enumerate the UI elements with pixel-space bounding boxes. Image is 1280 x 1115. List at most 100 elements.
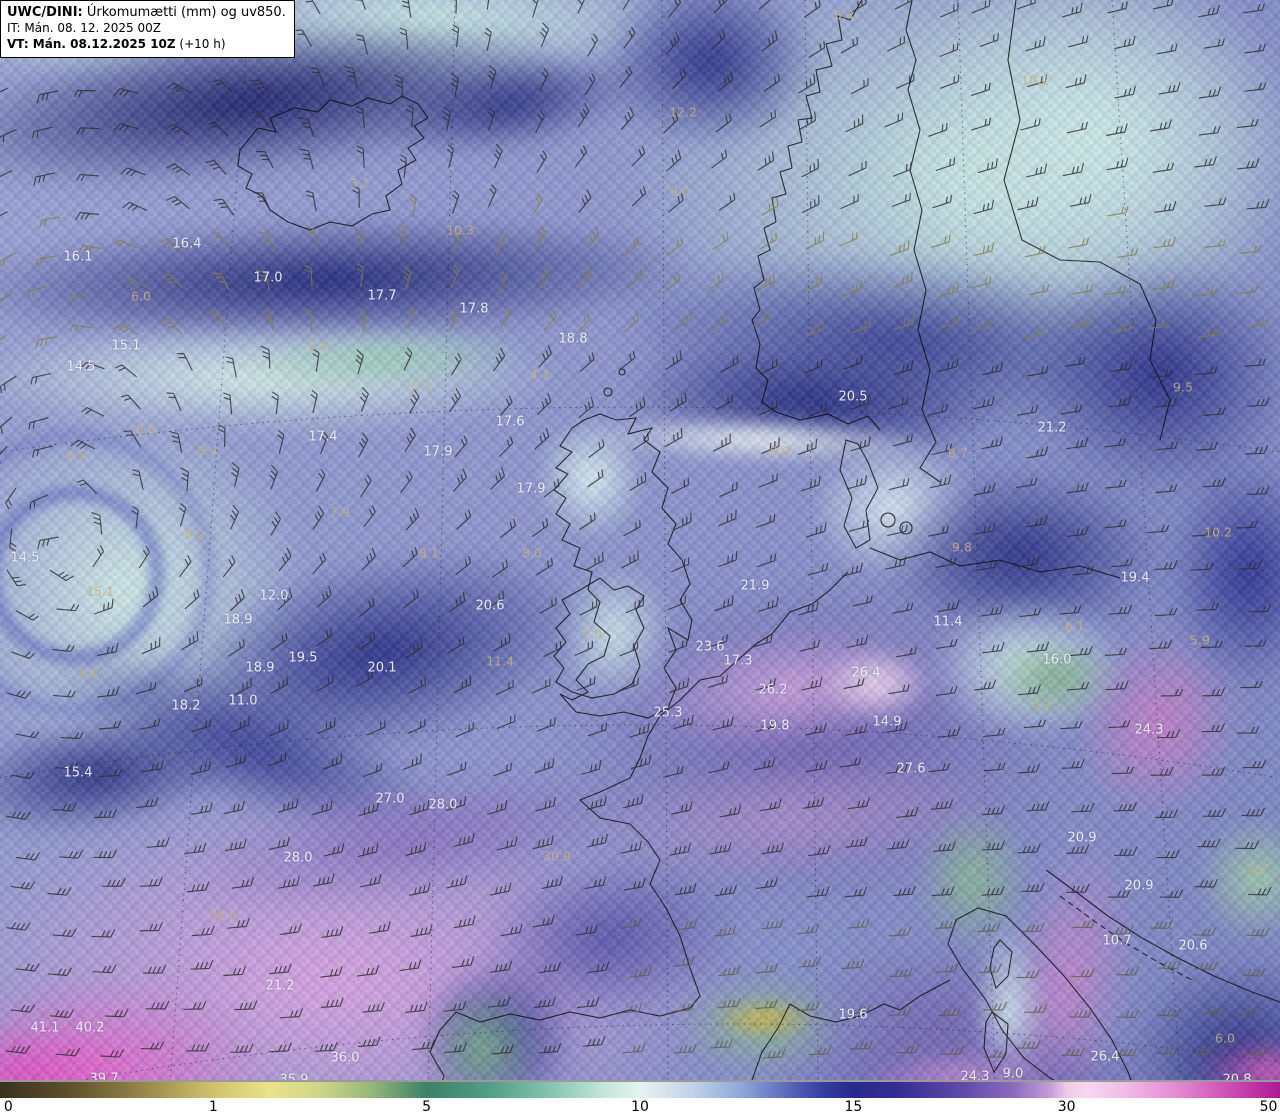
map-value-label: 12.2 xyxy=(669,104,697,120)
map-value-label: 18.8 xyxy=(558,331,588,347)
colorbar-tick-label: 50 xyxy=(1259,1099,1278,1115)
map-value-label: 11.4 xyxy=(486,653,514,669)
colorbar-tick-label: 10 xyxy=(631,1099,649,1115)
map-value-label: 6.1 xyxy=(1065,618,1085,634)
map-value-label: 6.0 xyxy=(1215,1030,1235,1046)
weather-map: 16.1 16.4 17.0 17.7 17.8 18.8 15.1 14.5 17.4 17.6… xyxy=(0,0,1280,1115)
map-value-label: 14.9 xyxy=(872,714,902,730)
map-value-label: 17.9 xyxy=(516,481,546,497)
map-value-label: 3.1 xyxy=(350,175,370,191)
map-value-label: 20.6 xyxy=(475,598,505,614)
map-value-label: 26.2 xyxy=(758,682,788,698)
map-value-label: 17.4 xyxy=(308,429,338,445)
map-value-label: 30.6 xyxy=(209,907,237,923)
map-value-label: 40.2 xyxy=(75,1020,105,1036)
map-value-label: 18.9 xyxy=(223,612,253,628)
wind-barb-group xyxy=(619,916,1270,1059)
map-value-label: 8.7 xyxy=(948,445,968,461)
map-value-label: 21.9 xyxy=(740,578,770,594)
map-value-label: 8.6 xyxy=(136,421,156,437)
map-value-label: 17.0 xyxy=(253,270,283,286)
map-value-label: 7.0 xyxy=(582,626,602,642)
map-value-label: 20.5 xyxy=(838,389,868,405)
valid-time: VT: Mán. 08.12.2025 10Z (+10 h) xyxy=(7,36,226,51)
map-value-label: 10.2 xyxy=(1204,524,1232,540)
map-value-label: 20.9 xyxy=(1124,878,1154,894)
map-value-label: 17.8 xyxy=(459,301,489,317)
map-value-label: 19.6 xyxy=(838,1007,868,1023)
map-value-label: 12.0 xyxy=(259,588,289,604)
map-value-label: 17.9 xyxy=(423,444,453,460)
map-value-label: 18.2 xyxy=(171,698,201,714)
map-value-label: 20.9 xyxy=(1067,830,1097,846)
map-value-label: 21.2 xyxy=(1037,420,1067,436)
map-value-label: 27.0 xyxy=(375,791,405,807)
map-value-label: 24.3 xyxy=(1134,722,1164,738)
map-value-label: 15.1 xyxy=(111,338,141,354)
colorbar-tick-label: 30 xyxy=(1057,1099,1076,1115)
map-value-label: 17.6 xyxy=(495,414,525,430)
map-value-label: 5.4 xyxy=(308,338,328,354)
map-value-label: 8.5 xyxy=(66,447,86,463)
map-value-label: 8.0 xyxy=(522,545,542,561)
colorbar-ticks: 0 1 5 10 15 30 50 xyxy=(0,1098,1280,1115)
map-value-label: 8.9 xyxy=(78,665,98,681)
map-value-label: 7.9 xyxy=(330,504,350,520)
map-value-label: 27.6 xyxy=(896,761,926,777)
title-box: UWC/DINI: Úrkomumætti (mm) og uv850. IT:… xyxy=(0,0,295,58)
wind-barb-group xyxy=(0,193,1269,349)
map-value-label: 18.9 xyxy=(245,660,275,676)
map-value-label: 6.2 xyxy=(1032,696,1052,712)
map-value-label: 10.3 xyxy=(446,222,474,238)
map-value-label: 19.5 xyxy=(288,650,318,666)
map-value-label: 9.0 xyxy=(670,183,690,199)
product-title: UWC/DINI: Úrkomumætti (mm) og uv850. xyxy=(7,5,286,20)
map-value-label: 5.1 xyxy=(412,377,432,393)
map-value-label: 19.8 xyxy=(760,718,790,734)
map-value-label: 17.3 xyxy=(723,653,753,669)
map-value-label: 26.4 xyxy=(1090,1049,1120,1065)
map-value-label: 16.1 xyxy=(63,249,93,265)
map-value-label: 19.4 xyxy=(1120,570,1150,586)
map-value-label: 41.1 xyxy=(30,1020,60,1036)
map-value-label: 20.6 xyxy=(1178,938,1208,954)
map-value-label: 23.6 xyxy=(695,639,725,655)
map-value-label: 11.4 xyxy=(933,614,963,630)
map-value-label: 4.2 xyxy=(1248,861,1268,877)
map-value-label: 8.1 xyxy=(419,545,439,561)
map-value-label: 10.2 xyxy=(1021,72,1049,88)
map-value-label: 25.3 xyxy=(653,705,683,721)
map-value-label: 16.0 xyxy=(1042,652,1072,668)
map-value-label: 36.0 xyxy=(330,1050,360,1066)
map-value-label: 30.9 xyxy=(543,848,571,864)
map-value-label: 28.0 xyxy=(428,797,458,813)
map-value-label: 2.0 xyxy=(750,1009,770,1025)
map-value-label: 5.4 xyxy=(834,7,854,23)
colorbar-tick-label: 5 xyxy=(422,1099,432,1115)
colorbar: 0 1 5 10 15 30 50 xyxy=(0,1080,1280,1115)
map-value-label: 4.1 xyxy=(530,366,550,382)
map-value-label: 8.2 xyxy=(185,526,205,542)
map-value-label: 10.7 xyxy=(1102,933,1132,949)
init-time: IT: Mán. 08. 12. 2025 00Z xyxy=(7,21,161,36)
colorbar-tick-label: 15 xyxy=(844,1099,863,1115)
map-value-label: 8.4 xyxy=(198,442,218,458)
map-value-label: 26.4 xyxy=(851,665,881,681)
map-value-label: 14.5 xyxy=(10,550,40,566)
colorbar-tick-label: 0 xyxy=(3,1099,13,1115)
map-value-label: 21.2 xyxy=(265,978,295,994)
map-value-label: 5.9 xyxy=(1190,632,1210,648)
map-value-label: 15.4 xyxy=(63,765,93,781)
map-value-label: 6.0 xyxy=(131,288,151,304)
colorbar-tick-label: 1 xyxy=(208,1099,218,1115)
map-value-label: 28.0 xyxy=(283,850,313,866)
map-value-label: 9.8 xyxy=(952,539,972,555)
map-value-label: 15.1 xyxy=(86,583,114,599)
map-value-label: 11.0 xyxy=(228,693,258,709)
map-value-label: 9.0 xyxy=(770,443,790,459)
map-value-label: 9.5 xyxy=(1173,379,1193,395)
map-value-label: 17.7 xyxy=(367,288,397,304)
map-value-label: 20.1 xyxy=(367,660,397,676)
map-value-label: 14.5 xyxy=(66,359,96,375)
colorbar-gradient xyxy=(0,1082,1280,1098)
